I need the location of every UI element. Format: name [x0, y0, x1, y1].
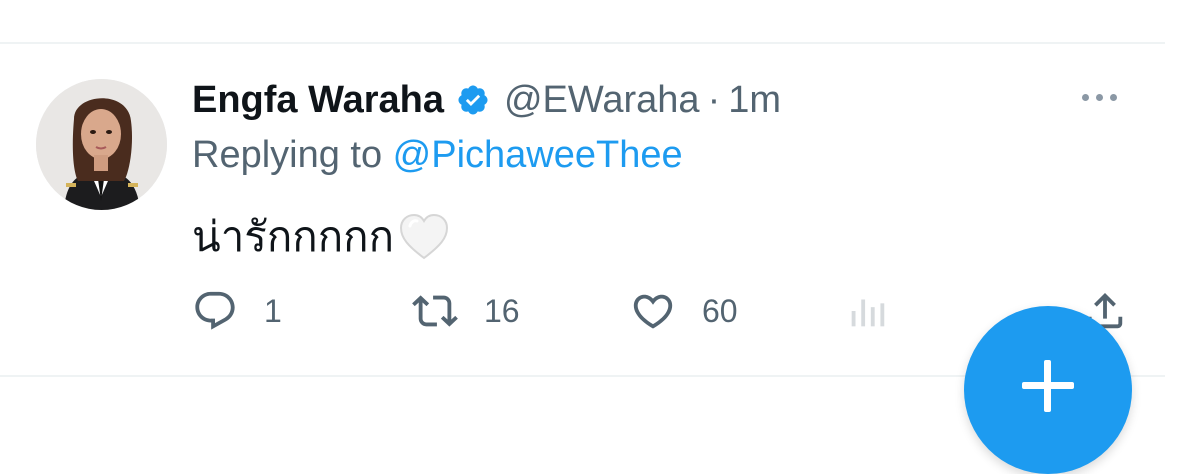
- retweet-button[interactable]: 16: [412, 286, 520, 336]
- like-heart-icon: [633, 294, 673, 329]
- separator-dot: ·: [707, 78, 721, 121]
- top-divider: [0, 42, 1165, 44]
- retweet-icon: [412, 295, 458, 327]
- replying-to-label: Replying to: [192, 134, 393, 176]
- replying-to-line: Replying to @PichaweeThee: [192, 134, 683, 177]
- tweet-text: น่ารักกกกก: [192, 204, 450, 270]
- compose-button[interactable]: [964, 306, 1132, 474]
- views-button[interactable]: [844, 286, 890, 336]
- reply-count: 1: [264, 292, 282, 329]
- avatar[interactable]: [36, 79, 167, 210]
- white-heart-emoji-icon: [398, 212, 450, 262]
- more-dots-icon[interactable]: [1082, 86, 1128, 108]
- tweet-header: Engfa Waraha @EWaraha · 1m: [192, 76, 781, 124]
- verified-badge-icon: [456, 83, 490, 117]
- replying-to-link[interactable]: @PichaweeThee: [393, 134, 683, 176]
- author-name[interactable]: Engfa Waraha: [192, 79, 444, 122]
- reply-button[interactable]: 1: [192, 286, 282, 336]
- tweet-body: น่ารักกกกก: [192, 213, 395, 260]
- views-analytics-icon: [851, 299, 885, 327]
- like-count: 60: [702, 292, 738, 329]
- author-handle[interactable]: @EWaraha: [504, 79, 700, 122]
- avatar-image: [36, 79, 167, 210]
- like-button[interactable]: 60: [630, 286, 738, 336]
- reply-icon: [195, 291, 235, 330]
- retweet-count: 16: [484, 292, 520, 329]
- timestamp[interactable]: 1m: [728, 79, 781, 122]
